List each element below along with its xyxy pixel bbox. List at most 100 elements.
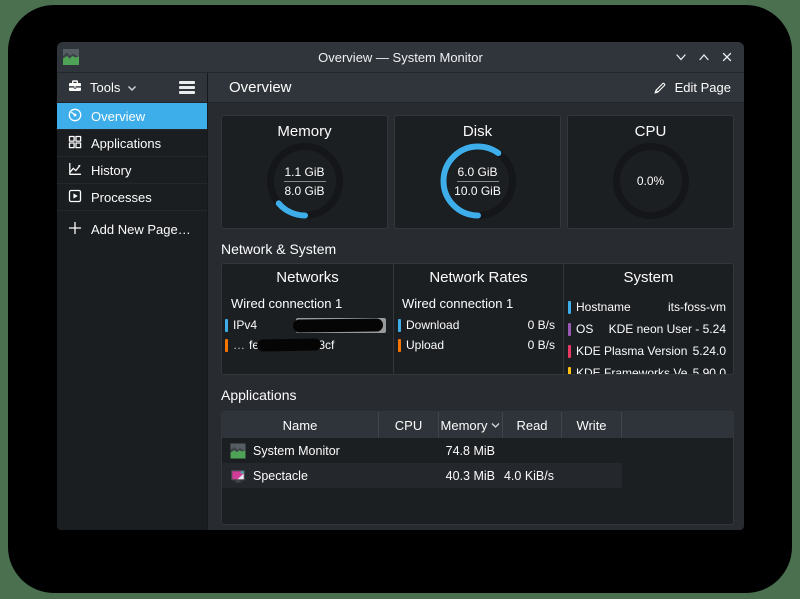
page-header: Overview Edit Page: [208, 73, 744, 103]
plasma-version-row: KDE Plasma Version 5.24.0: [564, 340, 733, 362]
system-label: KDE Frameworks Ve: [576, 366, 687, 375]
column-header-cpu[interactable]: CPU: [379, 412, 439, 438]
system-monitor-window: Overview — System Monitor: [57, 42, 744, 530]
maximize-icon[interactable]: [697, 51, 710, 64]
plus-icon: [67, 220, 83, 239]
chevron-down-icon: [127, 81, 137, 95]
write-cell: [562, 438, 622, 463]
redacted-ipv4-value: [296, 318, 386, 333]
ipv6-row: … fe8 28cf: [222, 335, 393, 355]
fraction-divider: [457, 181, 499, 182]
filler-cell: [622, 463, 733, 488]
sidebar-item-processes[interactable]: Processes: [57, 184, 207, 211]
table-header: Name CPU Memory Read Write: [222, 412, 733, 438]
frameworks-version-row: KDE Frameworks Ve 5.90.0: [564, 362, 733, 375]
sensor-cards-row: Memory 1.1 GiB 8.0 GiB Disk: [221, 115, 734, 229]
network-system-panel: Networks Wired connection 1 IPv4 … fe8: [221, 263, 734, 375]
memory-usage-text: 1.1 GiB 8.0 GiB: [222, 141, 387, 221]
system-value: its-foss-vm: [668, 300, 733, 314]
used-value: 6.0 GiB: [457, 165, 497, 179]
cpu-card: CPU 0.0%: [567, 115, 734, 229]
minimize-icon[interactable]: [674, 51, 687, 64]
networks-column: Networks Wired connection 1 IPv4 … fe8: [222, 264, 393, 374]
ellipsis-label: …: [233, 338, 245, 352]
column-header-write[interactable]: Write: [562, 412, 622, 438]
spectacle-icon: [230, 468, 246, 484]
system-title: System: [564, 269, 733, 293]
cpu-cell: [379, 438, 439, 463]
total-value: 10.0 GiB: [454, 184, 501, 198]
system-value: 5.90.0: [693, 366, 733, 375]
filler-cell: [622, 438, 733, 463]
app-name: Spectacle: [253, 469, 308, 483]
speedometer-icon: [67, 107, 83, 126]
rate-value: 0 B/s: [528, 318, 563, 332]
networks-title: Networks: [222, 269, 393, 293]
os-row: OS KDE neon User - 5.24: [564, 318, 733, 340]
close-icon[interactable]: [720, 51, 733, 64]
sidebar-item-applications[interactable]: Applications: [57, 130, 207, 157]
system-value: 5.24.0: [693, 344, 733, 358]
cpu-cell: [379, 463, 439, 488]
sidebar: Tools Overview Applications: [57, 73, 208, 530]
write-cell: [562, 463, 622, 488]
cpu-value: 0.0%: [637, 174, 664, 188]
card-title: CPU: [568, 123, 733, 140]
card-title: Disk: [395, 123, 560, 140]
app-name: System Monitor: [253, 444, 340, 458]
applications-table: Name CPU Memory Read Write: [221, 411, 734, 525]
sidebar-item-overview[interactable]: Overview: [57, 103, 207, 130]
edit-page-button[interactable]: Edit Page: [649, 77, 735, 98]
pencil-icon: [653, 81, 667, 95]
system-value: KDE neon User - 5.24: [609, 322, 733, 336]
main-area: Overview Edit Page Memory: [208, 73, 744, 530]
sidebar-header: Tools: [57, 73, 207, 103]
connection-name: Wired connection 1: [222, 293, 393, 315]
table-row-system-monitor[interactable]: System Monitor 74.8 MiB: [222, 438, 733, 463]
sidebar-item-label: Processes: [91, 190, 152, 205]
hamburger-menu-icon[interactable]: [179, 81, 195, 93]
legend-bar: [225, 319, 228, 332]
rate-value: 0 B/s: [528, 338, 563, 352]
disk-usage-text: 6.0 GiB 10.0 GiB: [395, 141, 560, 221]
network-rates-title: Network Rates: [394, 269, 563, 293]
screenshot-canvas: { "colors": { "accent": "#3daee9", "oran…: [0, 0, 800, 599]
page-title: Overview: [229, 79, 292, 96]
sidebar-item-label: Applications: [91, 136, 161, 151]
window-title: Overview — System Monitor: [57, 50, 744, 65]
chart-line-icon: [67, 161, 83, 180]
legend-bar: [398, 339, 401, 352]
column-header-label: Memory: [441, 418, 488, 433]
fraction-divider: [284, 181, 326, 182]
titlebar[interactable]: Overview — System Monitor: [57, 42, 744, 73]
column-header-read[interactable]: Read: [503, 412, 562, 438]
toolbox-icon[interactable]: [67, 78, 83, 97]
read-cell: 4.0 KiB/s: [503, 463, 562, 488]
card-title: Memory: [222, 123, 387, 140]
legend-bar: [568, 301, 571, 314]
system-monitor-icon: [230, 443, 246, 459]
rate-label: Upload: [406, 338, 444, 352]
system-label: KDE Plasma Version: [576, 344, 687, 358]
upload-row: Upload 0 B/s: [394, 335, 563, 355]
sidebar-item-label: Add New Page…: [91, 222, 191, 237]
sidebar-item-add-new-page[interactable]: Add New Page…: [57, 216, 207, 242]
system-label: Hostname: [576, 300, 631, 314]
tools-menu-button[interactable]: Tools: [90, 80, 120, 95]
used-value: 1.1 GiB: [284, 165, 324, 179]
table-row-spectacle[interactable]: Spectacle 40.3 MiB 4.0 KiB/s: [222, 463, 733, 488]
memory-cell: 74.8 MiB: [439, 438, 503, 463]
sidebar-item-history[interactable]: History: [57, 157, 207, 184]
column-header-memory[interactable]: Memory: [439, 412, 503, 438]
edit-page-label: Edit Page: [675, 80, 731, 95]
memory-cell: 40.3 MiB: [439, 463, 503, 488]
download-row: Download 0 B/s: [394, 315, 563, 335]
system-column: System Hostname its-foss-vm OS KDE neon …: [563, 264, 733, 374]
rate-label: Download: [406, 318, 459, 332]
redaction-scribble: [257, 338, 321, 351]
system-monitor-app-icon: [62, 48, 80, 66]
column-header-filler: [622, 412, 733, 438]
column-header-name[interactable]: Name: [222, 412, 379, 438]
section-label-applications: Applications: [221, 387, 734, 403]
disk-card: Disk 6.0 GiB 10.0 GiB: [394, 115, 561, 229]
